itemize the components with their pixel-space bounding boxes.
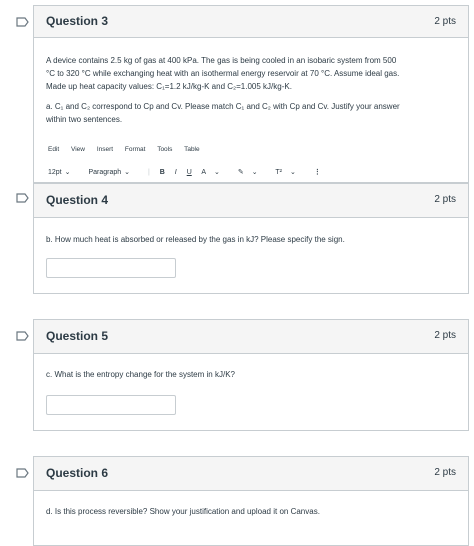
flag-icon[interactable] xyxy=(16,331,29,341)
block-format-value: Paragraph xyxy=(88,169,122,176)
question-3-card: Question 3 2 pts A device contains 2.5 k… xyxy=(33,5,469,183)
question-5-header: Question 5 2 pts xyxy=(34,320,468,354)
question-points: 2 pts xyxy=(434,330,456,341)
bold-button[interactable]: B xyxy=(160,169,165,176)
editor-toolbar: 12pt ⌄ Paragraph ⌄ | B I U A ⌄ ✎ ⌄ T² ⌄ ⋮ xyxy=(48,168,329,176)
menu-insert[interactable]: Insert xyxy=(97,146,113,153)
question-3-text: A device contains 2.5 kg of gas at 400 k… xyxy=(46,54,446,93)
text-line: within two sentences. xyxy=(46,115,123,124)
text-line: A device contains 2.5 kg of gas at 400 k… xyxy=(46,56,397,65)
chevron-down-icon: ⌄ xyxy=(64,169,71,176)
question-3-part-a: a. C₁ and C₂ correspond to Cp and Cv. Pl… xyxy=(46,100,446,126)
answer-input[interactable] xyxy=(46,395,176,415)
question-points: 2 pts xyxy=(434,467,456,478)
question-6-card: Question 6 2 pts d. Is this process reve… xyxy=(33,456,469,546)
question-5-card: Question 5 2 pts c. What is the entropy … xyxy=(33,319,469,431)
text-line: a. C₁ and C₂ correspond to Cp and Cv. Pl… xyxy=(46,102,400,111)
superscript-label: T² xyxy=(275,169,282,176)
editor-menubar: Edit View Insert Format Tools Table xyxy=(48,146,210,153)
pen-icon: ✎ xyxy=(237,169,244,176)
question-points: 2 pts xyxy=(434,16,456,27)
flag-icon[interactable] xyxy=(16,193,29,203)
question-4-card: Question 4 2 pts b. How much heat is abs… xyxy=(33,183,469,294)
menu-table[interactable]: Table xyxy=(184,146,200,153)
menu-tools[interactable]: Tools xyxy=(157,146,172,153)
text-line: °C to 320 °C while exchanging heat with … xyxy=(46,69,400,78)
chevron-down-icon: ⌄ xyxy=(251,169,258,176)
question-title: Question 5 xyxy=(46,329,109,343)
question-4-header: Question 4 2 pts xyxy=(34,184,468,218)
underline-button[interactable]: U xyxy=(187,169,192,176)
superscript-button[interactable]: T² ⌄ xyxy=(275,169,303,176)
question-title: Question 4 xyxy=(46,193,109,207)
question-points: 2 pts xyxy=(434,194,456,205)
flag-icon[interactable] xyxy=(16,468,29,478)
text-line: Made up heat capacity values: C₁=1.2 kJ/… xyxy=(46,82,292,91)
menu-format[interactable]: Format xyxy=(125,146,146,153)
more-options-icon[interactable]: ⋮ xyxy=(314,169,321,176)
text-color-button[interactable]: A ⌄ xyxy=(201,169,228,176)
text-color-label: A xyxy=(201,169,206,176)
menu-view[interactable]: View xyxy=(71,146,85,153)
question-6-header: Question 6 2 pts xyxy=(34,457,468,491)
font-size-select[interactable]: 12pt ⌄ xyxy=(48,169,79,176)
answer-input[interactable] xyxy=(46,258,176,278)
menu-edit[interactable]: Edit xyxy=(48,146,59,153)
font-size-value: 12pt xyxy=(48,169,62,176)
flag-icon[interactable] xyxy=(16,17,29,27)
highlight-button[interactable]: ✎ ⌄ xyxy=(238,169,266,176)
question-5-text: c. What is the entropy change for the sy… xyxy=(46,370,235,379)
chevron-down-icon: ⌄ xyxy=(290,169,296,176)
question-title: Question 6 xyxy=(46,466,109,480)
chevron-down-icon: ⌄ xyxy=(213,169,220,176)
block-format-select[interactable]: Paragraph ⌄ xyxy=(88,169,138,176)
toolbar-divider: | xyxy=(147,169,150,176)
italic-button[interactable]: I xyxy=(175,169,177,176)
question-title: Question 3 xyxy=(46,14,109,28)
question-3-header: Question 3 2 pts xyxy=(34,6,468,38)
chevron-down-icon: ⌄ xyxy=(124,169,131,176)
question-6-text: d. Is this process reversible? Show your… xyxy=(46,507,320,516)
question-4-text: b. How much heat is absorbed or released… xyxy=(46,235,345,244)
